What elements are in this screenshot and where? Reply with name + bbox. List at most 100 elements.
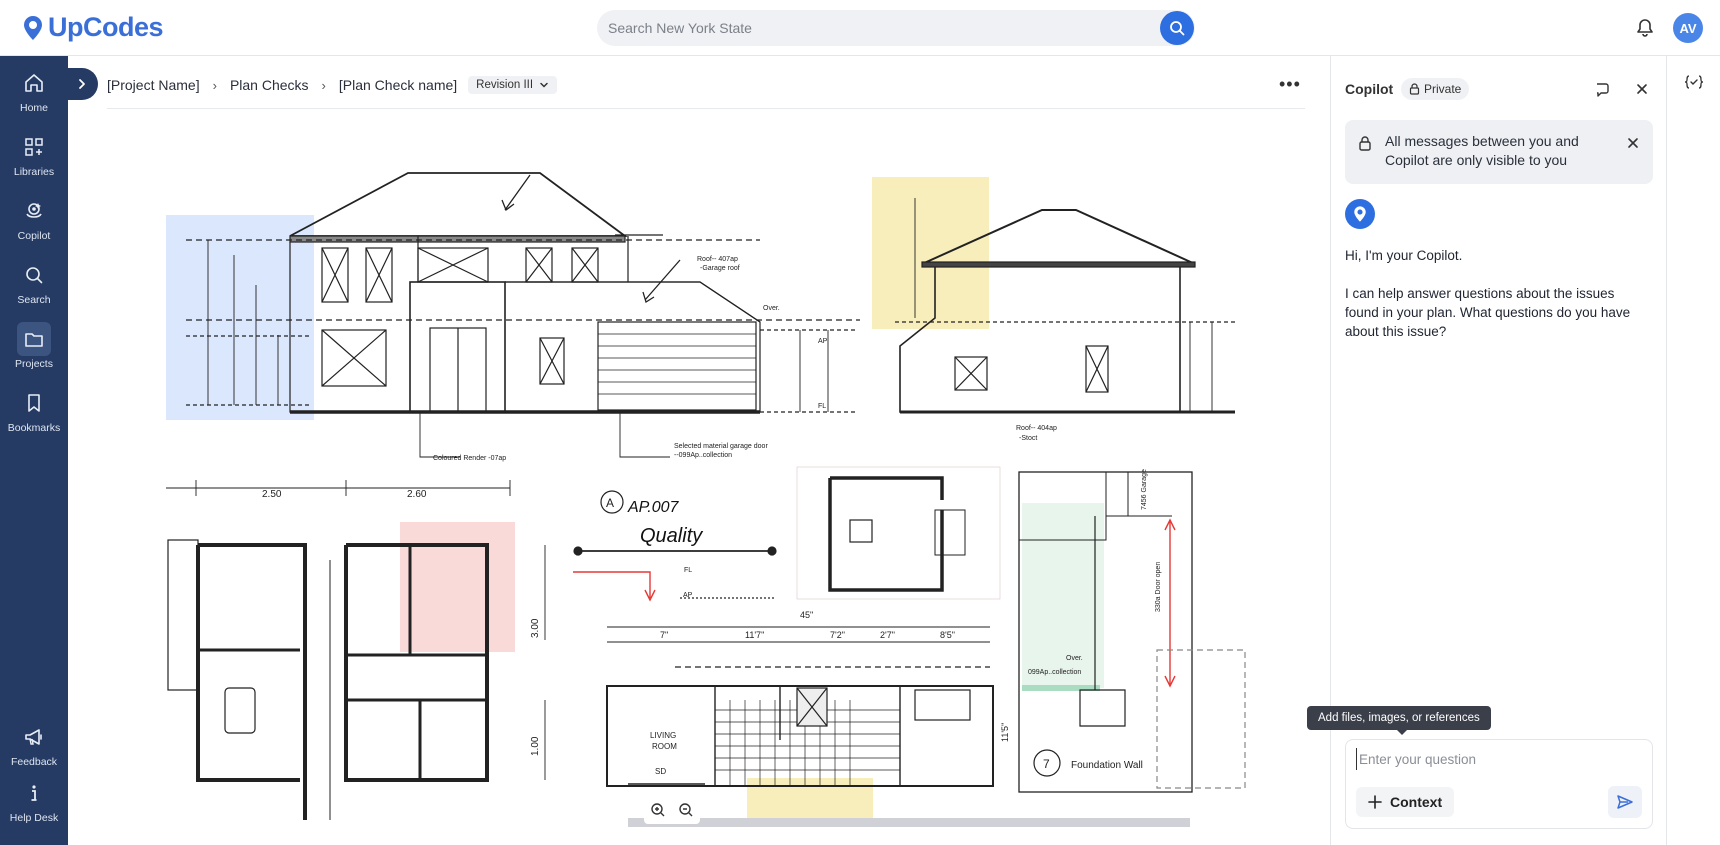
issue-highlight-yellow-2: [747, 778, 873, 818]
detail-number: 7: [1043, 757, 1050, 771]
copilot-title: Copilot: [1345, 81, 1394, 97]
label-over-2: Over.: [1066, 655, 1083, 662]
copilot-panel: Copilot Private All messages between you…: [1307, 56, 1666, 845]
room-label-living: LIVING: [650, 731, 676, 740]
dim-label: 11'5": [1000, 723, 1010, 742]
search-input[interactable]: [597, 10, 1160, 46]
label-roof: Roof-- 407ap: [697, 256, 738, 263]
label-ap: AP: [818, 338, 828, 345]
logo-pin-icon: [1354, 206, 1366, 222]
label-foundation-wall: Foundation Wall: [1071, 760, 1143, 771]
sidebar-item-bookmarks[interactable]: Bookmarks: [0, 386, 68, 444]
sidebar-item-label: Projects: [15, 358, 53, 370]
label-coloured-render: Coloured Render -07ap: [433, 455, 506, 462]
label-garage: 7456 Garage: [1141, 469, 1148, 510]
privacy-notice-text: All messages between you and Copilot are…: [1385, 133, 1579, 168]
dim-label: 2.50: [262, 489, 282, 500]
search-icon: [17, 258, 51, 292]
dim-label: 1.00: [530, 736, 541, 756]
close-copilot-button[interactable]: [1631, 78, 1653, 100]
logo-wordmark: UpCodes: [48, 12, 164, 42]
dim-label: 3.00: [530, 618, 541, 638]
code-check-icon: [1684, 75, 1704, 89]
message-composer: Context: [1345, 739, 1653, 829]
sidebar-item-libraries[interactable]: Libraries: [0, 130, 68, 188]
sidebar: Home Libraries Copilot Search Projects B…: [0, 56, 68, 845]
revision-dropdown[interactable]: Revision III: [468, 76, 558, 94]
sidebar-item-copilot[interactable]: Copilot: [0, 194, 68, 252]
sidebar-item-label: Bookmarks: [7, 422, 61, 434]
label-fl-2: FL: [684, 567, 692, 574]
lock-icon: [1409, 83, 1420, 95]
zoom-out-button[interactable]: [678, 802, 694, 823]
chevron-right-icon: [79, 79, 85, 89]
send-icon: [1617, 795, 1633, 809]
private-badge: Private: [1401, 78, 1470, 100]
top-bar: UpCodes AV: [0, 0, 1720, 56]
sidebar-item-home[interactable]: Home: [0, 66, 68, 124]
zoom-in-button[interactable]: [650, 802, 666, 823]
close-icon: [1628, 138, 1638, 148]
upcodes-logo[interactable]: UpCodes: [22, 12, 164, 43]
copilot-icon: [17, 194, 51, 228]
sidebar-item-label: Help Desk: [9, 812, 59, 824]
sidebar-item-label: Feedback: [10, 756, 58, 768]
breadcrumb-plan-checks[interactable]: Plan Checks: [230, 77, 309, 93]
notifications-button[interactable]: [1634, 17, 1656, 39]
copilot-avatar: [1345, 199, 1375, 229]
sidebar-item-feedback[interactable]: Feedback: [0, 720, 68, 778]
megaphone-icon: [17, 720, 51, 754]
breadcrumb-plan-check: [Plan Check name]: [338, 77, 458, 93]
private-badge-label: Private: [1424, 82, 1462, 96]
dim-label: 7'2": [830, 630, 845, 640]
note-marker: A: [606, 496, 614, 510]
context-tooltip: Add files, images, or references: [1307, 706, 1491, 735]
new-chat-button[interactable]: [1591, 78, 1613, 100]
dim-label: 11'7": [745, 630, 764, 640]
dim-label: 7": [660, 630, 668, 640]
send-button[interactable]: [1608, 786, 1642, 818]
copilot-greeting: Hi, I'm your Copilot.: [1345, 248, 1463, 263]
label-garage-door: Selected material garage door: [674, 443, 768, 450]
zoom-in-icon: [651, 802, 665, 816]
search-bar: [597, 10, 1195, 46]
dim-label: 2'7": [880, 630, 895, 640]
horizontal-scrollbar[interactable]: [628, 818, 1190, 827]
close-icon: [1637, 84, 1647, 94]
chevron-right-icon: ›: [321, 77, 326, 93]
sidebar-item-search[interactable]: Search: [0, 258, 68, 316]
handwritten-quality: Quality: [640, 525, 703, 547]
label-roof-sub: -Garage roof: [700, 265, 740, 272]
more-options-button[interactable]: •••: [1279, 74, 1301, 95]
label-door-open: 330a Door open: [1155, 562, 1162, 612]
info-icon: [17, 776, 51, 810]
dismiss-notice-button[interactable]: [1627, 136, 1639, 154]
dim-label: 45": [800, 610, 813, 620]
copilot-intro-message: I can help answer questions about the is…: [1345, 286, 1631, 339]
folder-icon: [17, 322, 51, 356]
sidebar-item-projects[interactable]: Projects: [0, 322, 68, 380]
chat-history-icon: [1597, 83, 1609, 97]
label-fl: FL: [818, 403, 826, 410]
zoom-controls: [644, 800, 700, 824]
breadcrumb: [Project Name] › Plan Checks › [Plan Che…: [107, 74, 558, 96]
libraries-icon: [17, 130, 51, 164]
code-panel-button[interactable]: [1684, 74, 1704, 95]
user-avatar[interactable]: AV: [1673, 13, 1703, 43]
question-input[interactable]: [1356, 748, 1644, 770]
right-rail: [1666, 56, 1720, 845]
lock-icon: [1359, 136, 1371, 151]
breadcrumb-project[interactable]: [Project Name]: [107, 77, 200, 93]
add-context-button[interactable]: Context: [1356, 787, 1455, 817]
label-garage-door-sub: --099Ap..collection: [674, 452, 732, 459]
plan-drawing-canvas[interactable]: Roof-- 407ap -Garage roof Over. AP FL Co…: [150, 150, 1250, 830]
issue-highlight-green: [1022, 503, 1104, 688]
search-button[interactable]: [1160, 11, 1194, 45]
label-over: Over.: [763, 305, 780, 312]
issue-highlight-red: [400, 522, 515, 652]
expand-sidebar-button[interactable]: [66, 68, 98, 100]
sidebar-item-label: Libraries: [13, 166, 55, 178]
sidebar-item-help-desk[interactable]: Help Desk: [0, 776, 68, 834]
logo-pin-icon: [24, 15, 42, 40]
issue-highlight-blue: [166, 215, 314, 420]
